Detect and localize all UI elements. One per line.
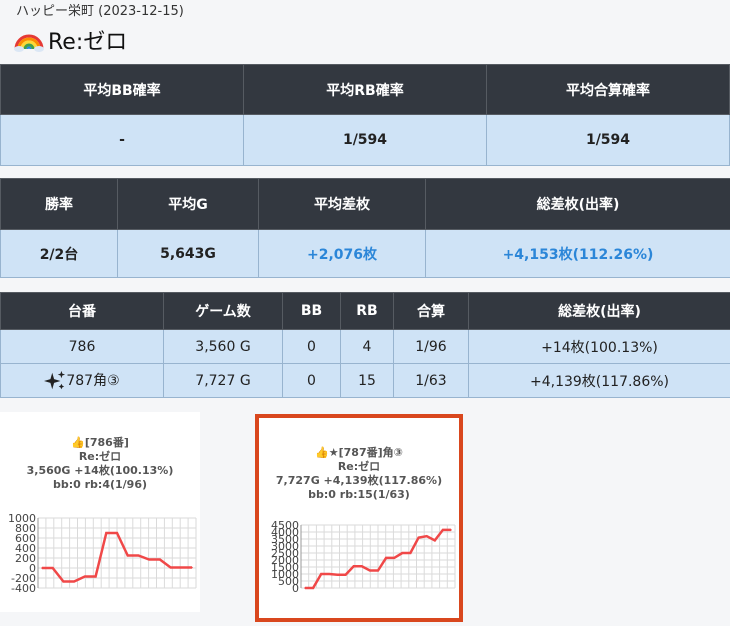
data-point bbox=[51, 567, 54, 569]
value-win-rate: 2/2台 bbox=[0, 229, 118, 278]
data-point bbox=[62, 580, 65, 583]
data-point bbox=[442, 529, 444, 531]
header-diff: 総差枚(出率) bbox=[468, 292, 730, 330]
data-point bbox=[401, 552, 404, 554]
data-point bbox=[344, 573, 347, 576]
value-avg-rb: 1/594 bbox=[243, 114, 487, 166]
data-point bbox=[169, 566, 172, 569]
value-total-diff: +4,153枚(112.26%) bbox=[425, 229, 730, 278]
machine-bb: 0 bbox=[282, 363, 341, 398]
data-point bbox=[393, 557, 396, 559]
header-avg-total: 平均合算確率 bbox=[486, 64, 730, 115]
data-point bbox=[450, 529, 452, 531]
machine-rb: 15 bbox=[340, 363, 394, 398]
machine-bb: 0 bbox=[282, 329, 341, 364]
page-title: Re:ゼロ bbox=[14, 24, 127, 56]
machine-table: 台番 ゲーム数 BB RB 合算 総差枚(出率) 786 3,560 G 0 4… bbox=[0, 292, 730, 398]
header-win-rate: 勝率 bbox=[0, 178, 118, 230]
header-avg-games: 平均G bbox=[117, 178, 259, 230]
value-avg-games: 5,643G bbox=[117, 229, 259, 278]
data-point bbox=[320, 573, 323, 575]
machine-card-787[interactable]: 👍★[787番]角③ Re:ゼロ 7,727G +4,139枚(117.86%)… bbox=[255, 414, 463, 622]
card-chart-786: 10008006004002000-200-400 bbox=[8, 512, 197, 595]
data-point bbox=[41, 567, 43, 569]
machine-diff: +4,139枚(117.86%) bbox=[468, 363, 730, 398]
header-bb: BB bbox=[282, 292, 341, 330]
data-point bbox=[126, 554, 129, 557]
rainbow-icon bbox=[14, 34, 44, 52]
sparkles-icon bbox=[44, 370, 66, 389]
y-tick-label: -400 bbox=[11, 582, 36, 595]
header-avg-diff: 平均差枚 bbox=[258, 178, 426, 230]
machine-total: 1/96 bbox=[393, 329, 469, 364]
probability-summary-table: 平均BB確率 平均RB確率 平均合算確率 - 1/594 1/594 bbox=[0, 64, 730, 166]
table-row[interactable]: 786 3,560 G 0 4 1/96 +14枚(100.13%) bbox=[0, 329, 730, 364]
machine-diff: +14枚(100.13%) bbox=[468, 329, 730, 364]
data-point bbox=[105, 532, 108, 534]
stats-summary-table: 勝率 平均G 平均差枚 総差枚(出率) 2/2台 5,643G +2,076枚 … bbox=[0, 178, 730, 278]
data-point bbox=[191, 566, 193, 569]
data-point bbox=[73, 580, 75, 583]
value-avg-diff: +2,076枚 bbox=[258, 229, 426, 278]
data-point bbox=[84, 575, 86, 578]
data-point bbox=[425, 535, 428, 537]
data-point bbox=[433, 539, 436, 542]
machine-number: 786 bbox=[0, 329, 164, 364]
data-point bbox=[369, 569, 371, 572]
header-rb: RB bbox=[340, 292, 394, 330]
data-point bbox=[336, 573, 339, 576]
machine-title: Re:ゼロ bbox=[48, 30, 128, 55]
machine-total: 1/63 bbox=[393, 363, 469, 398]
value-avg-bb: - bbox=[0, 114, 244, 166]
data-point bbox=[352, 565, 355, 568]
header-avg-rb: 平均RB確率 bbox=[243, 64, 487, 115]
data-point bbox=[180, 566, 183, 569]
machine-number: 787角③ bbox=[0, 363, 164, 398]
data-point bbox=[312, 587, 314, 589]
header-total: 合算 bbox=[393, 292, 469, 330]
data-point bbox=[116, 532, 118, 534]
card-chart-787: 450040003500300025002000150010005000 bbox=[271, 519, 456, 595]
data-point bbox=[137, 554, 140, 557]
data-point bbox=[377, 569, 379, 572]
machine-rb: 4 bbox=[340, 329, 394, 364]
header-total-diff: 総差枚(出率) bbox=[425, 178, 730, 230]
header-machine-number: 台番 bbox=[0, 292, 164, 330]
data-point bbox=[385, 557, 387, 559]
machine-games: 7,727 G bbox=[163, 363, 283, 398]
data-point bbox=[159, 558, 161, 561]
header-avg-bb: 平均BB確率 bbox=[0, 64, 244, 115]
y-tick-label: 0 bbox=[292, 582, 299, 595]
data-point bbox=[304, 587, 306, 589]
data-point bbox=[94, 575, 97, 578]
data-point bbox=[417, 536, 420, 539]
machine-games: 3,560 G bbox=[163, 329, 283, 364]
machine-card-786[interactable]: 👍[786番] Re:ゼロ 3,560G +14枚(100.13%) bb:0 … bbox=[0, 412, 200, 612]
store-date-subtitle: ハッピー栄町 (2023-12-15) bbox=[16, 4, 184, 19]
data-point bbox=[148, 558, 150, 561]
table-row[interactable]: 787角③ 7,727 G 0 15 1/63 +4,139枚(117.86%) bbox=[0, 363, 730, 398]
data-point bbox=[360, 565, 363, 568]
value-avg-total: 1/594 bbox=[486, 114, 730, 166]
header-games: ゲーム数 bbox=[163, 292, 283, 330]
data-point bbox=[409, 552, 412, 554]
data-point bbox=[328, 573, 331, 575]
